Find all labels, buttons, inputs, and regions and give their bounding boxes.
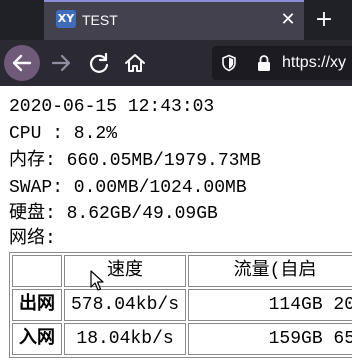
lock-icon[interactable] (256, 54, 272, 72)
new-tab-button[interactable]: + (310, 6, 338, 34)
swap-usage-text: SWAP: 0.00MB/1024.00MB (9, 178, 247, 198)
tracking-protection-shield-icon[interactable] (220, 54, 238, 72)
table-row: 出网 578.04kb/s 114GB 20 (12, 289, 352, 321)
table-corner-cell (12, 255, 62, 287)
url-text: https://xy (282, 54, 347, 71)
table-row: 入网 18.04kb/s 159GB 65 (12, 323, 352, 355)
reload-icon (90, 52, 109, 73)
home-button[interactable] (120, 48, 150, 78)
tab-active-indicator (44, 0, 304, 2)
forward-button[interactable] (46, 48, 76, 78)
outbound-speed-cell: 578.04kb/s (64, 289, 187, 321)
page-content: 2020-06-15 12:43:03 CPU : 8.2% 内存: 660.0… (0, 86, 352, 360)
navigation-toolbar: https://xy (0, 40, 352, 86)
inbound-row-label: 入网 (12, 323, 62, 355)
back-button[interactable] (4, 45, 40, 81)
inbound-traffic-cell: 159GB 65 (188, 323, 352, 355)
speed-column-header: 速度 (64, 255, 187, 287)
mouse-cursor-icon (90, 270, 104, 291)
outbound-row-label: 出网 (12, 289, 62, 321)
datetime-text: 2020-06-15 12:43:03 (9, 97, 215, 117)
cpu-usage-text: CPU : 8.2% (9, 124, 118, 144)
inbound-speed-cell: 18.04kb/s (64, 323, 187, 355)
active-tab[interactable]: XY TEST ✕ (44, 0, 304, 40)
reload-button[interactable] (84, 48, 114, 78)
table-header-row: 速度 流量(自启 (12, 255, 352, 287)
network-label: 网络: (9, 229, 56, 249)
disk-usage-text: 硬盘: 8.62GB/49.09GB (9, 204, 218, 224)
home-icon (125, 54, 145, 72)
site-favicon-icon: XY (56, 10, 76, 28)
memory-usage-text: 内存: 660.05MB/1979.73MB (9, 151, 262, 171)
network-table: 速度 流量(自启 出网 578.04kb/s 114GB 20 入网 18.04… (9, 252, 352, 358)
forward-arrow-icon (51, 54, 71, 72)
url-bar[interactable]: https://xy (212, 46, 352, 80)
tab-title: TEST (82, 12, 118, 28)
outbound-traffic-cell: 114GB 20 (188, 289, 352, 321)
tab-strip: XY TEST ✕ + (0, 0, 352, 40)
tab-close-icon[interactable]: ✕ (274, 6, 302, 34)
traffic-column-header: 流量(自启 (188, 255, 352, 287)
back-arrow-icon (12, 54, 32, 72)
